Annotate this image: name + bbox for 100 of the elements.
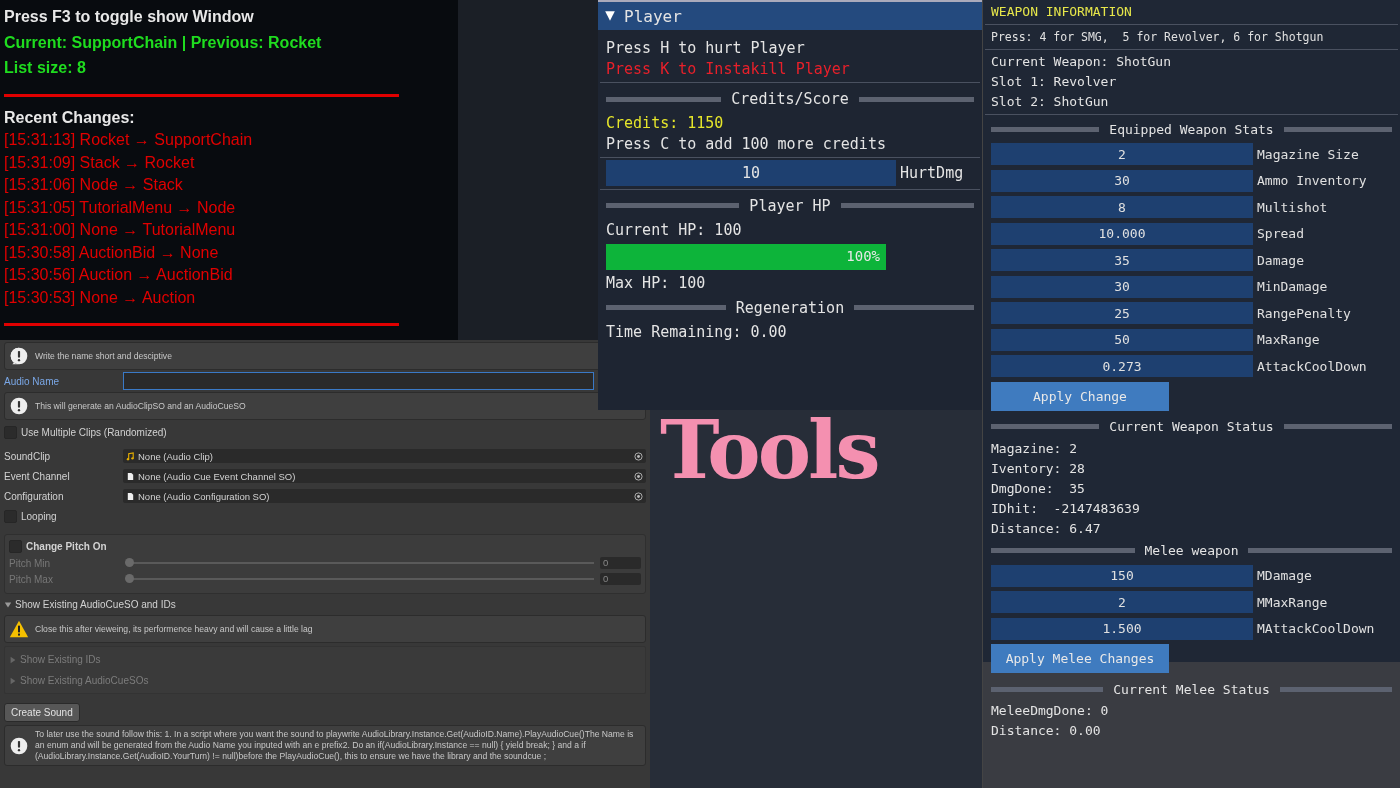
field-label: MAttackCoolDown bbox=[1257, 621, 1375, 637]
field-label: Multishot bbox=[1257, 199, 1328, 215]
create-sound-button[interactable]: Create Sound bbox=[4, 703, 80, 722]
field-label: Spread bbox=[1257, 226, 1304, 242]
change-log-entry: [15:31:09] Stack → Rocket bbox=[4, 152, 196, 173]
field-label: Ammo Inventory bbox=[1257, 173, 1367, 189]
change-log-entry: [15:31:13] Rocket → SupportChain bbox=[4, 130, 254, 150]
music-note-icon bbox=[126, 451, 135, 461]
number-field[interactable]: 30 bbox=[991, 275, 1253, 298]
change-log-entry: [15:31:05] TutorialMenu → Node bbox=[4, 197, 237, 218]
info-text: Slot 1: Revolver bbox=[991, 73, 1118, 91]
field-label: Damage bbox=[1257, 252, 1304, 268]
info-icon bbox=[9, 396, 29, 416]
info-text: Iventory: 28 bbox=[991, 459, 1086, 478]
object-field[interactable]: None (Audio Clip) bbox=[123, 449, 646, 463]
panel-title: WEAPON INFORMATION bbox=[991, 3, 1133, 21]
slider-label: Pitch Max bbox=[9, 573, 54, 585]
help-text: Write the name short and desciptive bbox=[35, 350, 172, 362]
object-field[interactable]: None (Audio Configuration SO) bbox=[123, 489, 646, 503]
info-text: Max HP: 100 bbox=[606, 272, 707, 294]
number-field[interactable]: 10 bbox=[606, 160, 896, 187]
apply-button[interactable]: Apply Melee Changes bbox=[991, 644, 1169, 673]
info-text: Distance: 0.00 bbox=[991, 722, 1102, 740]
section-heading: Regeneration bbox=[735, 298, 845, 317]
field-label: Event Channel bbox=[4, 470, 71, 482]
field-label: AttackCoolDown bbox=[1257, 358, 1367, 374]
number-field[interactable]: 10.000 bbox=[991, 222, 1253, 245]
field-label: MaxRange bbox=[1257, 332, 1320, 348]
number-field[interactable]: 8 bbox=[991, 196, 1253, 219]
section-heading: Credits/Score bbox=[731, 90, 849, 108]
info-icon bbox=[9, 346, 29, 366]
number-field[interactable]: 0 bbox=[600, 557, 641, 569]
triangle-icon bbox=[604, 10, 616, 22]
apply-button[interactable]: Apply Change bbox=[991, 381, 1169, 411]
slider-thumb[interactable] bbox=[125, 558, 134, 567]
info-text: Press H to hurt Player bbox=[606, 38, 806, 59]
number-field[interactable]: 2 bbox=[991, 143, 1253, 166]
window-title-bar[interactable]: Player bbox=[598, 2, 982, 30]
info-text: Press C to add 100 more credits bbox=[606, 134, 887, 155]
info-text: Credits: 1150 bbox=[606, 113, 725, 134]
info-text: IDhit: -2147483639 bbox=[991, 499, 1141, 518]
debug-list-size: List size: 8 bbox=[4, 58, 87, 78]
field-label: HurtDmg bbox=[900, 164, 964, 183]
recent-changes-heading: Recent Changes: bbox=[4, 107, 136, 128]
info-text: Distance: 6.47 bbox=[991, 519, 1102, 538]
change-log-entry: [15:30:58] AuctionBid → None bbox=[4, 242, 220, 263]
info-text: Current Weapon: ShotGun bbox=[991, 53, 1172, 71]
change-log-entry: [15:31:00] None → TutorialMenu bbox=[4, 220, 237, 240]
number-field[interactable]: 25 bbox=[991, 302, 1253, 325]
field-label: Configuration bbox=[4, 490, 65, 502]
field-label: Magazine Size bbox=[1257, 146, 1359, 162]
info-text: DmgDone: 35 bbox=[991, 479, 1086, 498]
number-field[interactable]: 50 bbox=[991, 328, 1253, 351]
info-icon bbox=[9, 735, 29, 756]
info-text: Press: 4 for SMG, 5 for Revolver, 6 for Shotgun bbox=[991, 29, 1325, 46]
object-field[interactable]: None (Audio Cue Event Channel SO) bbox=[123, 469, 646, 483]
triangle-icon bbox=[9, 655, 17, 664]
info-text: Current HP: 100 bbox=[606, 219, 743, 241]
help-text: This will generate an AudioClipSO and an AudioCueSO bbox=[35, 400, 246, 412]
number-field[interactable]: 2 bbox=[991, 591, 1253, 614]
triangle-icon bbox=[9, 676, 17, 685]
checkbox-label: Change Pitch On bbox=[26, 540, 107, 552]
info-text: Magazine: 2 bbox=[991, 439, 1079, 458]
field-label: RangePenalty bbox=[1257, 305, 1351, 321]
field-label: SoundClip bbox=[4, 450, 52, 462]
foldout-header[interactable]: Show Existing AudioCueSO and IDs bbox=[4, 597, 646, 612]
section-heading: Player HP bbox=[749, 196, 831, 215]
number-field[interactable]: 150 bbox=[991, 564, 1253, 587]
section-heading: Current Melee Status bbox=[1113, 681, 1270, 697]
audio-name-field[interactable] bbox=[123, 372, 594, 390]
field-label: MMaxRange bbox=[1257, 594, 1328, 610]
number-field[interactable]: 0 bbox=[600, 573, 641, 585]
number-field[interactable]: 1.500 bbox=[991, 617, 1253, 640]
info-text: MeleeDmgDone: 0 bbox=[991, 702, 1110, 720]
warning-text: Close this after vieweing, its performence heavy and will cause a little lag bbox=[35, 623, 313, 635]
section-heading: Melee weapon bbox=[1144, 543, 1239, 558]
debug-state-line: Current: SupportChain | Previous: Rocket bbox=[4, 32, 323, 53]
warning-icon bbox=[9, 619, 29, 639]
info-text: Slot 2: ShotGun bbox=[991, 93, 1110, 111]
tools-title-overlay: Tools bbox=[660, 405, 878, 495]
field-label: MinDamage bbox=[1257, 279, 1328, 295]
field-label: MDamage bbox=[1257, 568, 1312, 584]
change-log-entry: [15:31:06] Node → Stack bbox=[4, 175, 184, 195]
triangle-icon bbox=[4, 600, 12, 609]
slider-thumb[interactable] bbox=[125, 574, 134, 583]
checkbox-label: Use Multiple Clips (Randomized) bbox=[21, 426, 167, 438]
number-field[interactable]: 35 bbox=[991, 249, 1253, 272]
number-field[interactable]: 0.273 bbox=[991, 355, 1253, 378]
number-field[interactable]: 30 bbox=[991, 169, 1253, 192]
info-text: Press K to Instakill Player bbox=[606, 59, 851, 80]
section-heading: Current Weapon Status bbox=[1109, 419, 1274, 434]
change-log-entry: [15:30:56] Auction → AuctionBid bbox=[4, 265, 234, 285]
checkbox-label: Looping bbox=[21, 510, 57, 522]
section-heading: Equipped Weapon Stats bbox=[1109, 121, 1274, 137]
field-label: Audio Name bbox=[4, 375, 61, 387]
help-text: To later use the sound follow this: 1. In a script where you want the sound to playwrite AudioLibrary.Instance.Get(AudioID.Name).PlayAudioCue()The Name is an enum and will be generated from the Audio Name you inputed with an e prefix2. Do an if(AudioLibrary.Instance == null) { yield break; } and a if (AudioLibrary.Instance.Get(AudioID.YourTurn) != null)before the PlayAudioCue(), this to ensure we have the library and the soundcue ; bbox=[35, 729, 635, 762]
info-text: Time Remaining: 0.00 bbox=[606, 321, 788, 343]
slider-label: Pitch Min bbox=[9, 557, 52, 569]
progress-reading: 100% bbox=[846, 247, 880, 264]
debug-title: Press F3 to toggle show Window bbox=[4, 7, 255, 27]
